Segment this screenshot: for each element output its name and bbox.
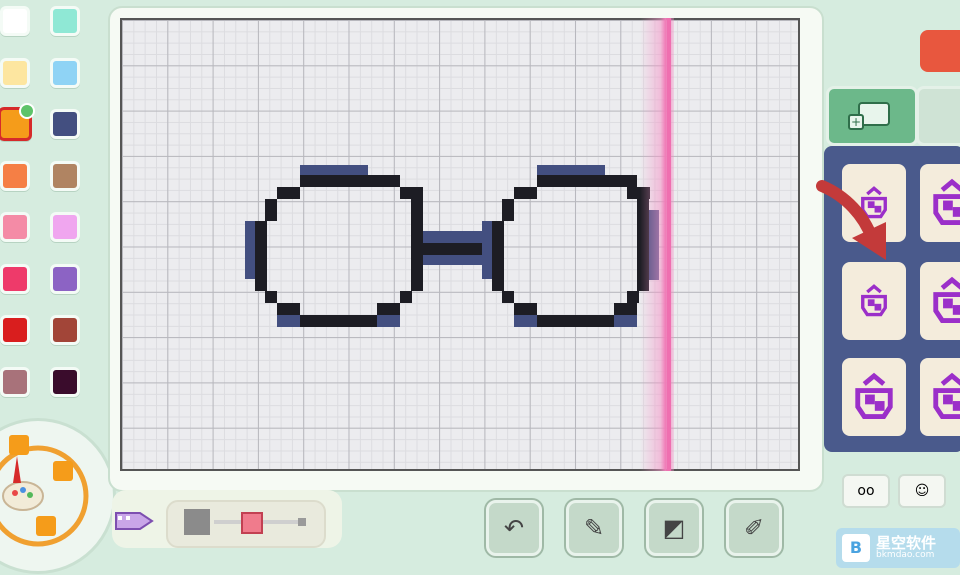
color-swatch[interactable] [0, 57, 30, 88]
color-swatch[interactable] [50, 366, 80, 397]
tab-stamps[interactable] [916, 86, 960, 146]
undo-arrow-icon: ↶ [503, 514, 525, 542]
selected-check-icon [19, 103, 35, 119]
add-stamp-icon: + [848, 102, 890, 130]
strawberry-icon [933, 178, 960, 225]
tool-wheel[interactable] [0, 418, 116, 574]
stamp-tool-button[interactable]: ✎ [566, 500, 622, 556]
strawberry-icon [861, 284, 887, 317]
stamp-item[interactable] [920, 164, 960, 242]
color-swatch[interactable] [0, 6, 30, 36]
color-swatch[interactable] [0, 103, 35, 141]
stamp-eraser-icon: ✎ [583, 514, 605, 542]
color-swatch[interactable] [50, 109, 80, 139]
color-swatch[interactable] [50, 160, 80, 191]
strawberry-icon [855, 372, 893, 419]
undo-button[interactable]: ↶ [486, 500, 542, 556]
stamp-item[interactable] [842, 262, 906, 340]
brush-preview [184, 509, 210, 535]
watermark: B 星空软件 bkmdao.com [836, 528, 960, 568]
eyedropper-button[interactable]: ✐ [726, 500, 782, 556]
fill-tool-button[interactable]: ◩ [646, 500, 702, 556]
watermark-text: 星空软件 [876, 533, 937, 552]
glasses-icon: oo [857, 483, 875, 499]
watermark-logo-icon: B [842, 534, 870, 562]
color-swatch[interactable] [0, 212, 30, 242]
face-icon: ☺ [914, 483, 930, 499]
watermark-sub: bkmdao.com [876, 550, 935, 561]
color-swatch[interactable] [0, 263, 30, 294]
glasses-drawing [245, 165, 659, 327]
color-swatch[interactable] [50, 315, 80, 345]
pen-brush-icon[interactable] [112, 503, 158, 539]
stamp-item[interactable] [920, 262, 960, 340]
stamp-item[interactable] [920, 358, 960, 436]
color-swatch[interactable] [50, 212, 80, 242]
svg-text:+: + [851, 115, 861, 129]
stamp-item[interactable] [842, 358, 906, 436]
hint-arrow-icon [816, 180, 886, 260]
color-swatch[interactable] [50, 263, 80, 294]
tab-add-stamp[interactable]: + [826, 86, 918, 146]
mini-face[interactable]: ☺ [898, 474, 946, 508]
brush-size-min-marker [298, 518, 306, 526]
brush-size-knob[interactable] [241, 512, 263, 534]
color-swatch[interactable] [0, 315, 30, 345]
color-swatch[interactable] [50, 57, 80, 88]
pixel-canvas[interactable] [120, 18, 800, 471]
bucket-icon: ◩ [662, 514, 686, 542]
color-swatch[interactable] [0, 366, 30, 397]
strawberry-icon [933, 372, 960, 419]
color-swatch[interactable] [0, 160, 30, 191]
scan-line [667, 18, 671, 471]
paint-palette-icon [0, 435, 89, 547]
color-swatch[interactable] [50, 6, 80, 36]
eyedropper-icon: ✐ [743, 514, 765, 542]
top-right-button[interactable] [920, 30, 960, 72]
mini-glasses[interactable]: oo [842, 474, 890, 508]
strawberry-icon [933, 276, 960, 323]
color-palette [0, 0, 92, 420]
